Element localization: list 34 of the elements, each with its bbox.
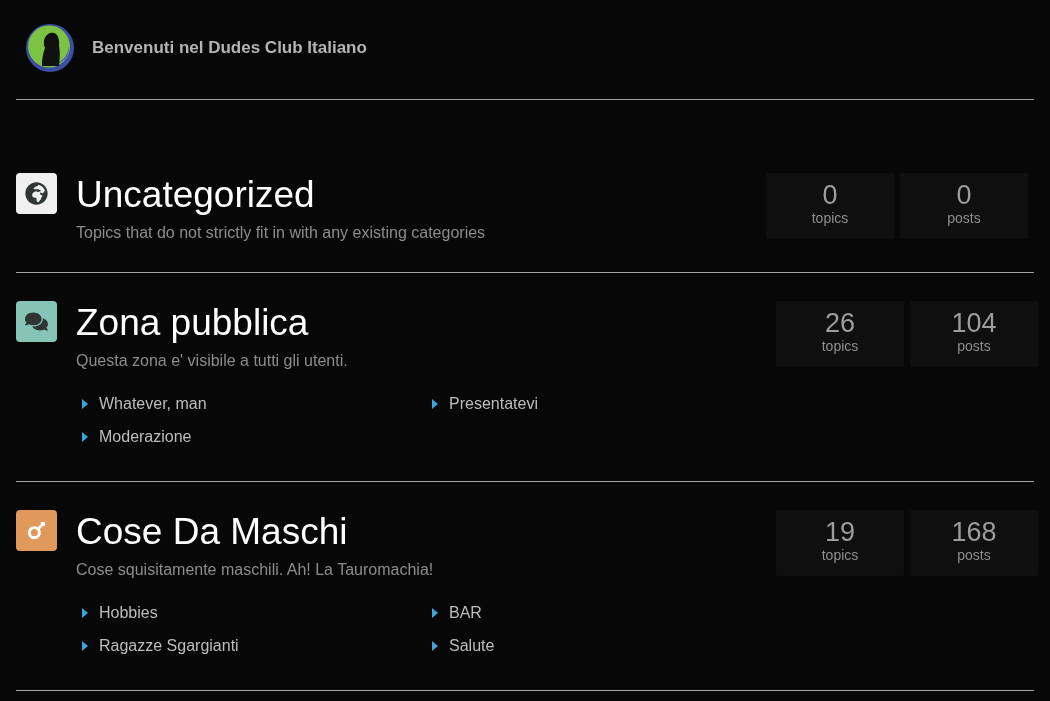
caret-icon: [82, 398, 88, 409]
caret-icon: [82, 640, 88, 651]
stat-label: topics: [821, 337, 859, 355]
subcategory-link[interactable]: Whatever, man: [99, 394, 207, 413]
stat-count: 26: [824, 309, 855, 337]
subcategory-link[interactable]: Presentatevi: [449, 394, 538, 413]
category-description: Topics that do not strictly fit in with any existing categories: [76, 223, 486, 243]
stat-label: topics: [811, 209, 849, 227]
stat-count: 104: [951, 309, 997, 337]
caret-icon: [82, 607, 88, 618]
category-title[interactable]: Uncategorized: [76, 173, 315, 217]
stat-label: topics: [821, 546, 859, 564]
subcategory-link[interactable]: Salute: [449, 636, 495, 655]
stat-label: posts: [957, 546, 991, 564]
subcategory-link[interactable]: BAR: [449, 603, 482, 622]
stat-label: posts: [957, 337, 991, 355]
caret-icon: [432, 607, 438, 618]
category-title[interactable]: Cose Da Maschi: [76, 510, 348, 554]
stat-count: 0: [822, 181, 838, 209]
subcategory-link[interactable]: Ragazze Sgargianti: [99, 636, 239, 655]
stat-label: posts: [947, 209, 981, 227]
caret-icon: [82, 431, 88, 442]
stat-count: 19: [824, 518, 855, 546]
site-title: Benvenuti nel Dudes Club Italiano: [92, 38, 367, 58]
logo-icon[interactable]: [26, 24, 74, 72]
stat-count: 168: [951, 518, 997, 546]
subcategory-link[interactable]: Hobbies: [99, 603, 158, 622]
stat-count: 0: [956, 181, 972, 209]
subcategory-link[interactable]: Moderazione: [99, 427, 192, 446]
category-description: Cose squisitamente maschili. Ah! La Tauromachia!: [76, 560, 434, 580]
category-description: Questa zona e' visibile a tutti gli utenti.: [76, 351, 348, 371]
caret-icon: [432, 640, 438, 651]
category-title[interactable]: Zona pubblica: [76, 301, 309, 345]
caret-icon: [432, 398, 438, 409]
